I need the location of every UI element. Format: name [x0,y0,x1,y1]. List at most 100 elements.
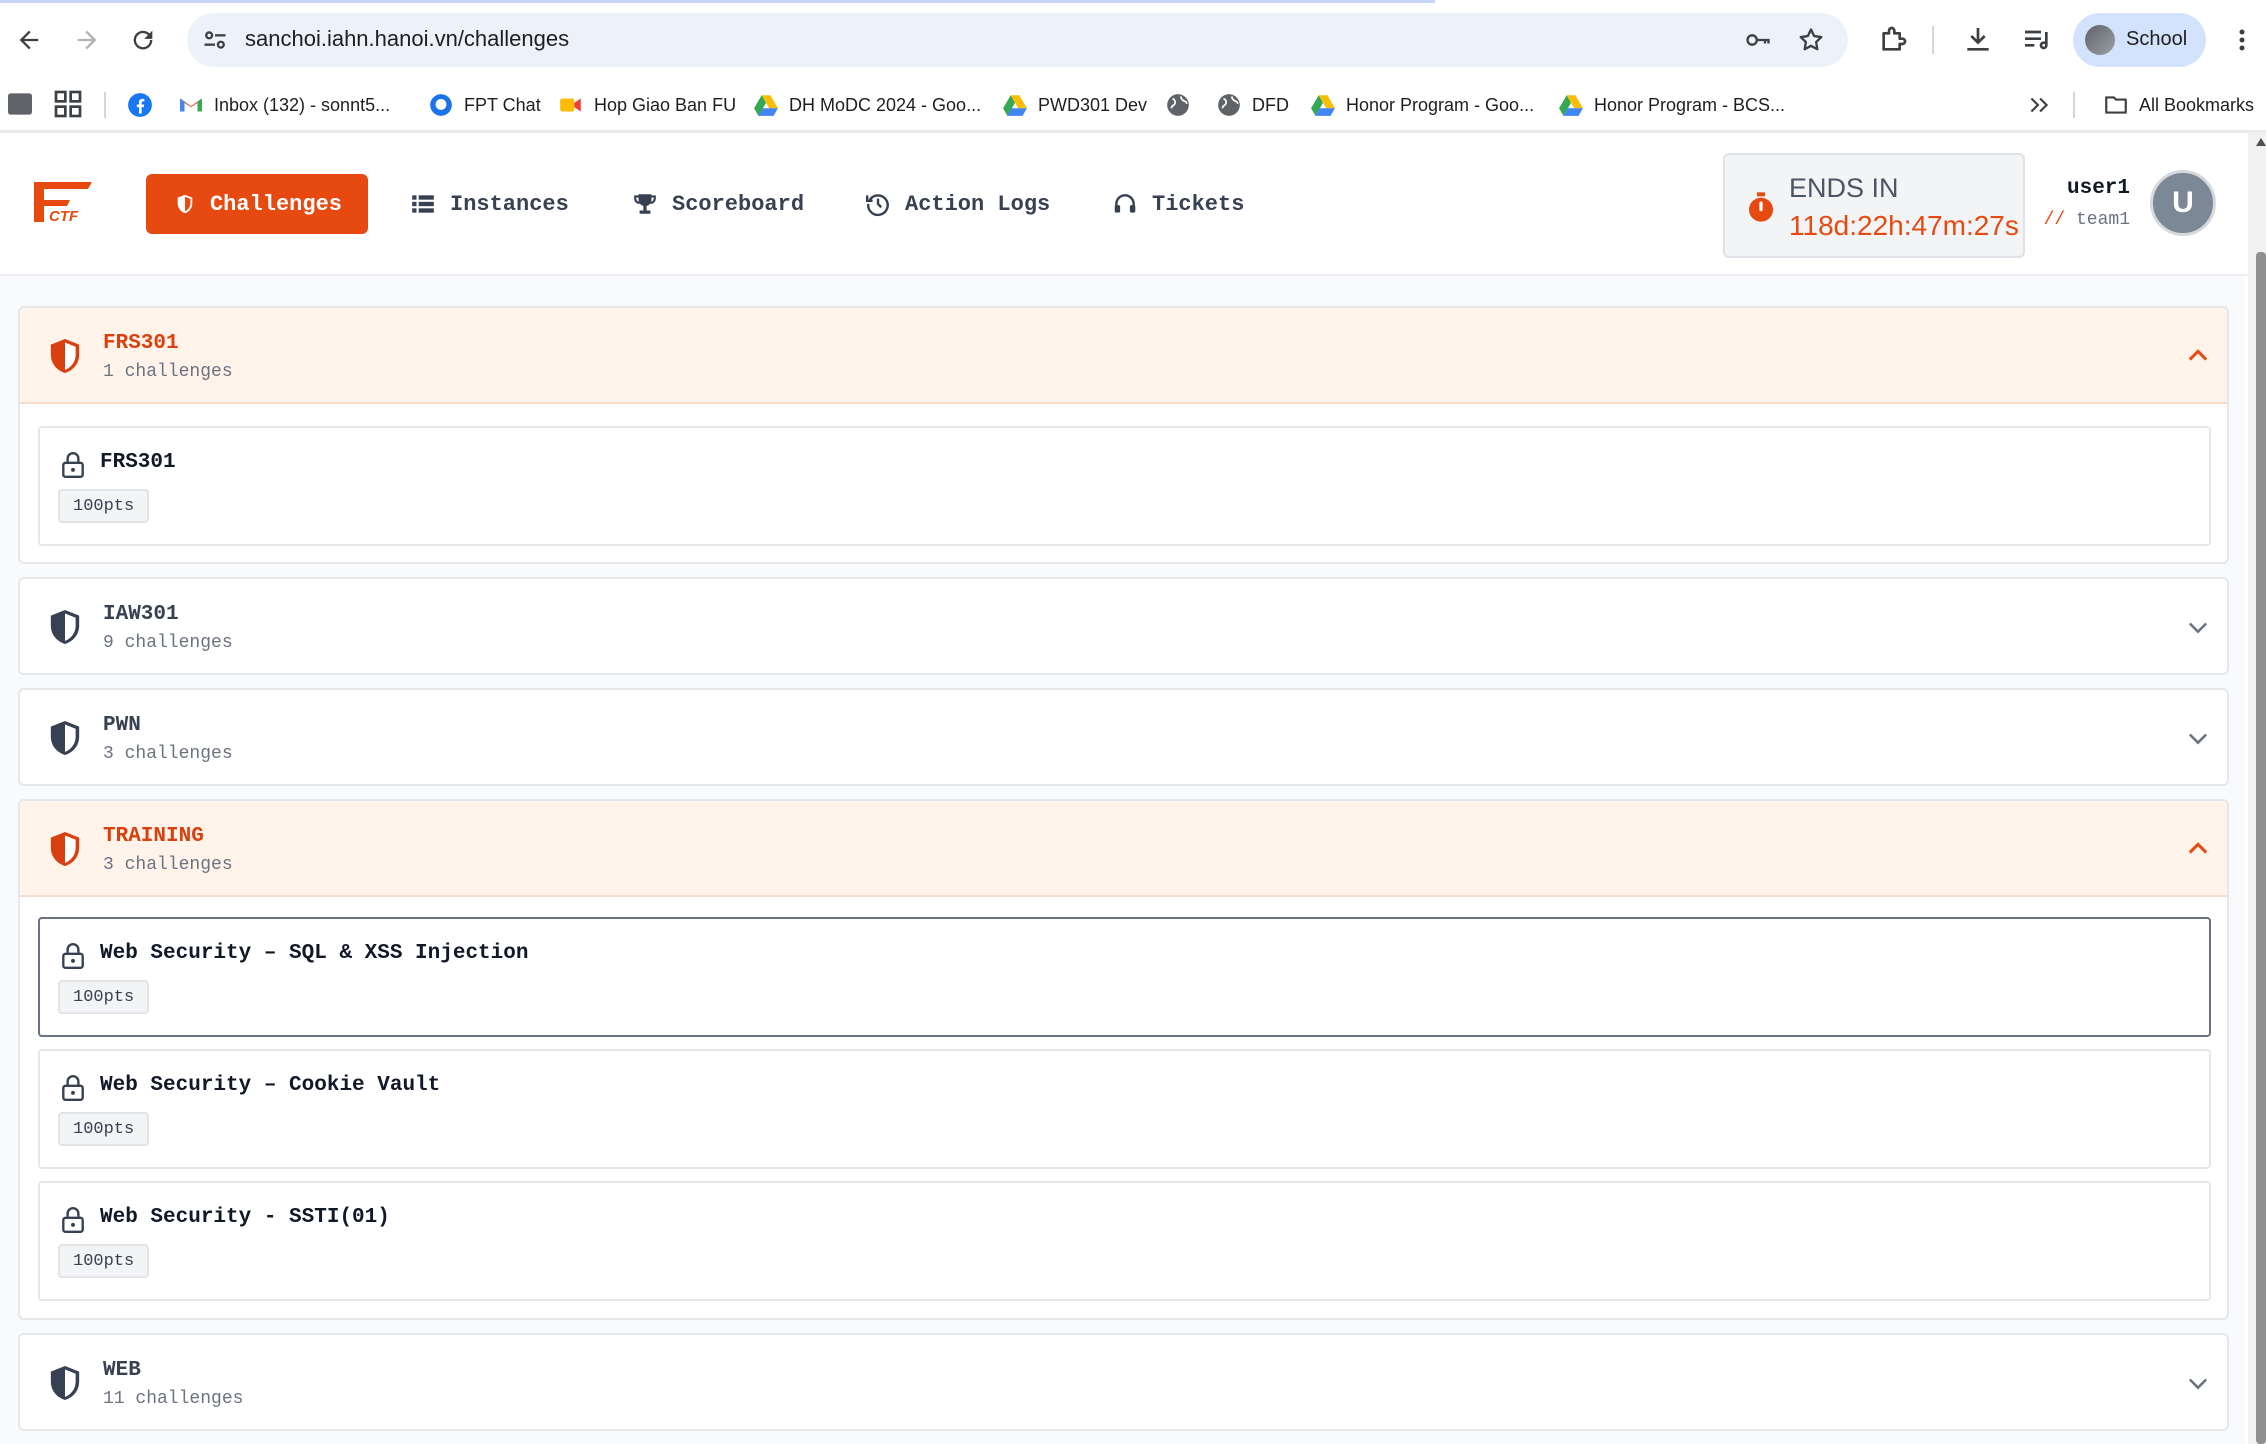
chevron-up-icon[interactable] [2184,835,2212,863]
shield-icon [50,832,80,866]
points-badge: 100pts [58,1112,150,1146]
bookmark-item[interactable]: PWD301 Dev [1002,86,1147,124]
gmail-icon [180,98,202,112]
user-avatar[interactable]: U [2150,170,2216,236]
ctf-logo[interactable]: CTF [30,178,96,226]
chevron-down-icon[interactable] [2184,724,2212,752]
tab-group-icon[interactable] [4,88,36,120]
nav-label: Scoreboard [672,191,805,217]
nav-challenges[interactable]: Challenges [146,174,368,234]
category-header[interactable]: FRS301 1 challenges [20,308,2227,404]
category-header[interactable]: WEB 11 challenges [20,1335,2227,1429]
nav-label: Challenges [209,191,342,217]
category-training: TRAINING 3 challenges Web Security – SQL… [18,799,2229,1320]
headset-icon [1114,194,1136,213]
nav-label: Action Logs [905,191,1051,217]
bookmark-label: Hop Giao Ban FU [594,94,737,115]
challenges-list: FRS301 1 challenges FRS301 100pts IAW301… [0,276,2245,1444]
bookmark-label: PWD301 Dev [1038,94,1148,115]
challenge-card[interactable]: FRS301 100pts [38,426,2211,546]
url-text[interactable]: sanchoi.iahn.hanoi.vn/challenges [245,26,569,52]
shield-icon [50,339,80,373]
chat-icon [430,94,452,116]
download-icon[interactable] [1962,24,1994,56]
profile-button[interactable]: School [2073,13,2206,67]
countdown-timer: ENDS IN 118d:22h:47m:27s [1723,153,2025,258]
apps-grid-icon[interactable] [52,88,84,120]
category-title: FRS301 [103,332,179,355]
more-bookmarks-button[interactable] [2026,86,2062,124]
media-queue-icon[interactable] [2021,24,2053,56]
category-frs301: FRS301 1 challenges FRS301 100pts [18,306,2229,564]
shield-icon [177,194,193,214]
chevron-up-icon[interactable] [2184,342,2212,370]
category-count: 3 challenges [103,855,233,875]
shield-icon [50,1366,80,1400]
site-header: CTF Challenges Instances Scoreboard Acti… [0,133,2266,276]
back-button[interactable] [9,20,49,60]
globe-icon [1167,94,1189,116]
bookmark-item[interactable]: Honor Program - BCS... [1558,86,1785,124]
scroll-up-arrow-icon[interactable] [2256,138,2266,146]
globe-bookmark[interactable] [1165,86,1201,124]
category-header[interactable]: TRAINING 3 challenges [20,801,2227,897]
svg-text:CTF: CTF [49,208,79,225]
chevron-down-icon[interactable] [2184,613,2212,641]
points-badge: 100pts [58,980,150,1014]
challenge-title: Web Security – SQL & XSS Injection [100,942,529,965]
profile-name: School [2126,28,2188,50]
challenge-title: Web Security - SSTI(01) [100,1206,390,1229]
all-bookmarks-button[interactable]: All Bookmarks [2103,86,2254,124]
points-badge: 100pts [58,489,150,523]
address-bar[interactable]: sanchoi.iahn.hanoi.vn/challenges [187,13,1848,67]
bookmark-label: Inbox (132) - sonnt5... [214,94,391,115]
bookmark-item[interactable]: DH MoDC 2024 - Goo... [753,86,981,124]
timer-value: 118d:22h:47m:27s [1789,210,2019,241]
category-title: PWN [103,714,141,737]
reload-button[interactable] [123,20,163,60]
nav-action-logs[interactable]: Action Logs [865,174,1050,234]
trophy-icon [634,194,656,214]
category-title: IAW301 [103,603,179,626]
category-header[interactable]: PWN 3 challenges [20,690,2227,784]
nav-label: Tickets [1152,191,1245,217]
more-vert-icon[interactable] [2230,24,2254,56]
drive-icon [1559,95,1583,116]
star-icon[interactable] [1797,26,1825,54]
drive-icon [1003,95,1027,116]
category-header[interactable]: IAW301 9 challenges [20,579,2227,673]
reload-icon [133,30,153,50]
toolbar-separator [1932,26,1934,54]
challenge-card[interactable]: Web Security - SSTI(01) 100pts [38,1181,2211,1301]
bookmark-label: DH MoDC 2024 - Goo... [789,94,982,115]
bookmark-item[interactable]: DFD [1216,86,1289,124]
nav-instances[interactable]: Instances [410,174,569,234]
folder-icon [2105,96,2127,114]
key-icon[interactable] [1744,26,1772,54]
nav-scoreboard[interactable]: Scoreboard [632,174,804,234]
forward-button[interactable] [67,20,107,60]
category-title: TRAINING [103,825,204,848]
timer-label: ENDS IN [1789,173,1899,203]
bookmark-item[interactable]: Inbox (132) - sonnt5... [178,86,390,124]
bookmark-label: DFD [1252,94,1289,115]
bookmark-item[interactable]: Hop Giao Ban FU [558,86,736,124]
chevron-down-icon[interactable] [2184,1369,2212,1397]
extensions-icon[interactable] [1877,24,1909,56]
bookmark-item[interactable]: Honor Program - Goo... [1310,86,1534,124]
shield-icon [50,610,80,644]
facebook-bookmark[interactable] [127,86,163,124]
lock-icon [62,1075,84,1102]
team-prefix: // [2043,210,2066,230]
scrollbar-thumb[interactable] [2256,252,2266,1444]
page-load-progress [0,0,1435,3]
site-settings-icon[interactable] [201,26,229,54]
bookmark-item[interactable]: FPT Chat [428,86,541,124]
challenge-title: Web Security – Cookie Vault [100,1074,441,1097]
profile-avatar [2085,25,2115,55]
challenge-card[interactable]: Web Security – Cookie Vault 100pts [38,1049,2211,1169]
challenge-card[interactable]: Web Security – SQL & XSS Injection 100pt… [38,917,2211,1037]
globe-icon [1218,94,1240,116]
category-web: WEB 11 challenges [18,1333,2229,1431]
nav-tickets[interactable]: Tickets [1112,174,1244,234]
